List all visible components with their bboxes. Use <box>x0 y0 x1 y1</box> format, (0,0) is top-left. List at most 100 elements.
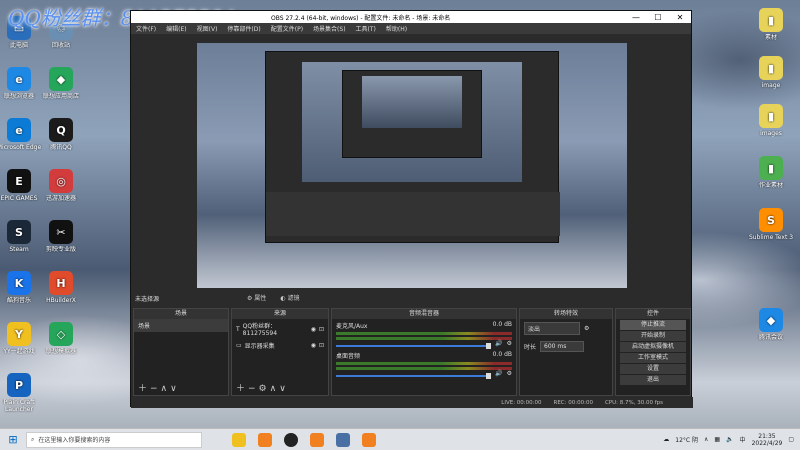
weather-icon[interactable]: ☁ <box>663 436 669 443</box>
desktop-icon[interactable]: S Steam <box>0 220 42 253</box>
monitor-icon: ▭ <box>236 342 242 349</box>
menu-scene-collection[interactable]: 场景集合(S) <box>308 24 351 33</box>
volume-meter <box>336 332 512 335</box>
sources-toolbar[interactable]: ＋−⚙∧∨ <box>232 383 328 395</box>
gear-icon[interactable]: ⚙ <box>584 325 589 332</box>
controls-header: 控件 <box>616 309 690 319</box>
app-icon: P <box>7 373 31 397</box>
audio-mixer-dock: 音频混音器 麦克风/Aux 0.0 dB 🔊 ⚙ 桌面音频 0.0 dB 🔊 ⚙ <box>331 308 517 396</box>
menu-help[interactable]: 帮助(H) <box>381 24 412 33</box>
menu-file[interactable]: 文件(F) <box>131 24 161 33</box>
desktop-icon[interactable]: e Microsoft Edge <box>0 118 42 151</box>
close-icon[interactable]: ✕ <box>669 13 691 22</box>
menu-edit[interactable]: 编辑(E) <box>161 24 191 33</box>
source-item[interactable]: T QQ粉丝群：811275594 ◉ ⊡ <box>232 319 328 339</box>
speaker-icon[interactable]: 🔊 <box>495 370 502 377</box>
transition-select[interactable]: 淡出 <box>524 322 580 335</box>
desktop-icon-label: Plain Craft Launcher <box>3 399 35 413</box>
filters-button[interactable]: ◐ 滤镜 <box>276 292 303 303</box>
network-icon[interactable]: ▦ <box>714 436 720 443</box>
eye-icon[interactable]: ◉ <box>311 326 316 333</box>
scenes-dock: 场景 场景 ＋−∧∨ <box>133 308 229 396</box>
taskbar-app-icon[interactable] <box>336 432 350 447</box>
desktop-icon[interactable]: ✂ 剪映专业版 <box>38 220 84 253</box>
taskbar-search[interactable]: ⌕ 在这里输入你要搜索的内容 <box>26 431 202 448</box>
desktop-icon[interactable]: E EPIC GAMES <box>0 169 42 202</box>
source-item[interactable]: ▭ 显示器采集 ◉ ⊡ <box>232 339 328 352</box>
ime-indicator[interactable]: 中 <box>740 435 746 444</box>
settings-button[interactable]: 设置 <box>620 364 686 374</box>
menu-profile[interactable]: 配置文件(P) <box>266 24 308 33</box>
minimize-icon[interactable]: — <box>625 13 647 22</box>
mixer-db: 0.0 dB <box>492 351 512 358</box>
obs-window[interactable]: OBS 27.2.4 (64-bit, windows) - 配置文件: 未命名… <box>130 10 693 408</box>
desktop-icon[interactable]: Q 腾讯QQ <box>38 118 84 151</box>
desktop-icon[interactable]: e 联想浏览器 <box>0 67 42 100</box>
menu-tools[interactable]: 工具(T) <box>351 24 381 33</box>
volume-icon[interactable]: 🔈 <box>726 436 733 443</box>
desktop-icon-label: YY一起游戏 <box>3 348 35 355</box>
duration-input[interactable]: 600 ms <box>540 341 585 352</box>
desktop-icon[interactable]: ◎ 迅游加速器 <box>38 169 84 202</box>
desktop-icon-label: 剪映专业版 <box>45 246 76 253</box>
app-icon: S <box>759 208 783 232</box>
exit-button[interactable]: 退出 <box>620 375 686 385</box>
desktop-icon[interactable]: Y YY一起游戏 <box>0 322 42 355</box>
stop-streaming-button[interactable]: 停止推流 <box>620 320 686 330</box>
no-source-selected-label: 未选择源 <box>135 296 160 303</box>
desktop-icon[interactable]: ▮ 作业素材 <box>748 156 794 189</box>
clock[interactable]: 21:35 2022/4/29 <box>752 433 783 447</box>
desktop-icon-label: Sublime Text 3 <box>748 234 794 241</box>
studio-mode-button[interactable]: 工作室模式 <box>620 353 686 363</box>
start-recording-button[interactable]: 开始录制 <box>620 331 686 341</box>
desktop-icon[interactable]: K 酷狗音乐 <box>0 271 42 304</box>
desktop-icon[interactable]: ◇ 联想模拟器 <box>38 322 84 355</box>
duration-label: 时长 <box>524 344 537 351</box>
scenes-header: 场景 <box>134 309 228 319</box>
speaker-icon[interactable]: 🔊 <box>495 340 502 347</box>
obs-titlebar[interactable]: OBS 27.2.4 (64-bit, windows) - 配置文件: 未命名… <box>131 11 691 23</box>
desktop-icon[interactable]: H HBuilderX <box>38 271 84 304</box>
controls-dock: 控件 停止推流 开始录制 启动虚拟摄像机 工作室模式 设置 退出 <box>615 308 691 396</box>
menu-docks[interactable]: 停靠部件(D) <box>222 24 265 33</box>
volume-slider[interactable] <box>336 372 492 379</box>
taskbar: ⊞ ⌕ 在这里输入你要搜索的内容 ☁ 12°C 阴 ∧ ▦ 🔈 中 21:35 … <box>0 428 800 450</box>
status-bar: LIVE: 00:00:00 REC: 00:00:00 CPU: 8.7%, … <box>131 397 693 408</box>
maximize-icon[interactable]: ☐ <box>647 13 669 22</box>
scenes-toolbar[interactable]: ＋−∧∨ <box>134 383 228 395</box>
virtual-camera-button[interactable]: 启动虚拟摄像机 <box>620 342 686 352</box>
app-icon: Q <box>49 118 73 142</box>
desktop-icon[interactable]: ▮ images <box>748 104 794 137</box>
volume-slider[interactable] <box>336 342 492 349</box>
notification-icon[interactable]: ▢ <box>788 436 794 443</box>
taskbar-app-icon[interactable] <box>362 432 376 447</box>
scene-item[interactable]: 场景 <box>134 319 228 332</box>
obs-taskbar-icon[interactable] <box>284 432 298 447</box>
eye-icon[interactable]: ◉ <box>311 342 316 349</box>
desktop-icon-label: Steam <box>9 246 29 253</box>
weather-text[interactable]: 12°C 阴 <box>675 435 698 444</box>
tray-chevron-icon[interactable]: ∧ <box>704 436 708 443</box>
desktop-icon-label: images <box>760 130 782 137</box>
desktop-icon-label: 联想浏览器 <box>3 93 34 100</box>
taskbar-app-icon[interactable] <box>310 432 324 447</box>
desktop-icon[interactable]: ◆ 腾讯会议 <box>748 308 794 341</box>
preview-canvas[interactable] <box>197 43 627 288</box>
desktop-icon[interactable]: S Sublime Text 3 <box>748 208 794 241</box>
desktop-icon[interactable]: ▮ 素材 <box>748 8 794 41</box>
lock-icon[interactable]: ⊡ <box>319 342 324 349</box>
windows-start-icon[interactable]: ⊞ <box>0 429 26 450</box>
desktop-icon[interactable]: P Plain Craft Launcher <box>0 373 42 413</box>
gear-icon[interactable]: ⚙ <box>507 340 512 347</box>
properties-button[interactable]: ⚙ 属性 <box>243 292 270 303</box>
desktop-icon[interactable]: ◆ 联想应用商店 <box>38 67 84 100</box>
menu-view[interactable]: 视图(V) <box>192 24 223 33</box>
lock-icon[interactable]: ⊡ <box>319 326 324 333</box>
gear-icon[interactable]: ⚙ <box>507 370 512 377</box>
desktop-icon-label: 迅游加速器 <box>45 195 76 202</box>
desktop-icon[interactable]: ▮ image <box>748 56 794 89</box>
app-icon: ▮ <box>759 156 783 180</box>
taskbar-app-icon[interactable] <box>232 432 246 447</box>
obs-menubar: 文件(F) 编辑(E) 视图(V) 停靠部件(D) 配置文件(P) 场景集合(S… <box>131 23 691 34</box>
taskbar-app-icon[interactable] <box>258 432 272 447</box>
